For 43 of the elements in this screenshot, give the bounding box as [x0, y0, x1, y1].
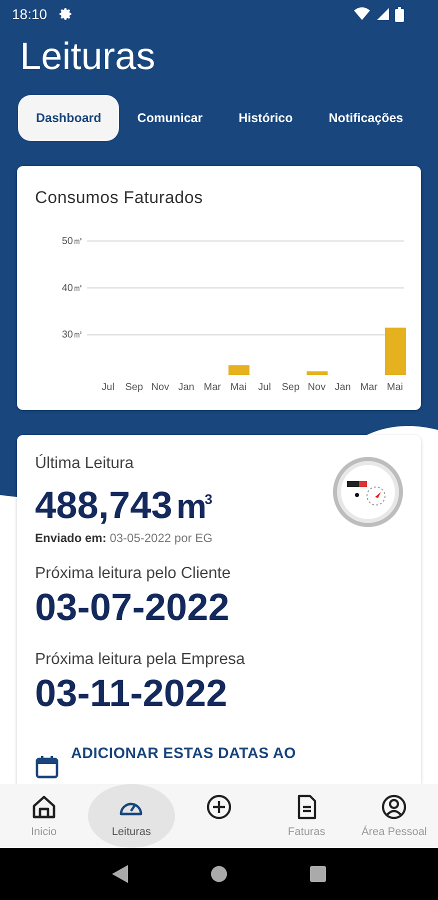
- tab[interactable]: Histórico: [220, 95, 311, 141]
- next-company-date: 03-11-2022: [35, 672, 228, 717]
- last-reading-label: Última Leitura: [35, 455, 135, 473]
- x-tick-label: Jan: [334, 382, 351, 393]
- status-time: 18:10: [12, 6, 48, 22]
- next-client-date: 03-07-2022: [35, 586, 230, 631]
- next-client-label: Próxima leitura pelo Cliente: [35, 565, 232, 583]
- chart-title: Consumos Faturados: [34, 187, 204, 208]
- x-tick-label: Mai: [230, 382, 247, 393]
- x-tick-label: Sep: [282, 382, 300, 393]
- home-icon: [30, 794, 57, 820]
- signal-icon: [376, 7, 389, 21]
- add-to-calendar-link[interactable]: ADICIONAR ESTAS DATAS AO: [71, 745, 296, 762]
- x-tick-label: Mai: [386, 382, 404, 393]
- x-tick-label: Jul: [102, 382, 114, 393]
- tab[interactable]: Dashboard: [18, 95, 120, 141]
- account-icon: [381, 794, 408, 820]
- calendar-icon: [35, 755, 59, 779]
- nav-item[interactable]: Leituras: [88, 784, 176, 848]
- y-tick-label: 40㎥: [62, 282, 83, 294]
- y-tick-label: 50㎥: [62, 236, 83, 247]
- x-tick-label: Jul: [258, 382, 271, 393]
- y-tick-label: 30㎥: [62, 330, 83, 341]
- x-tick-label: Jan: [178, 382, 194, 393]
- wifi-icon: [354, 7, 370, 21]
- last-reading-value: 488,743 m$^{3}$: [35, 484, 212, 529]
- settings-icon: [59, 7, 74, 21]
- x-tick-label: Nov: [151, 382, 170, 393]
- x-tick-label: Mar: [204, 382, 221, 393]
- next-company-label: Próxima leitura pela Empresa: [35, 651, 246, 669]
- add-icon: [206, 794, 232, 820]
- x-tick-label: Mar: [360, 382, 378, 393]
- sent-info: Enviado em: 03-05-2022 por EG: [35, 531, 212, 545]
- page-title: Leituras: [20, 35, 156, 80]
- water-meter-icon: [331, 455, 405, 529]
- tab[interactable]: Notificações: [310, 95, 404, 141]
- battery-icon: [395, 6, 404, 22]
- x-tick-label: Nov: [308, 382, 326, 393]
- tab[interactable]: Comunicar: [119, 95, 221, 141]
- home-button-icon[interactable]: [210, 866, 227, 882]
- recents-icon[interactable]: [310, 866, 326, 882]
- x-tick-label: Sep: [125, 382, 144, 393]
- back-icon[interactable]: [112, 865, 128, 883]
